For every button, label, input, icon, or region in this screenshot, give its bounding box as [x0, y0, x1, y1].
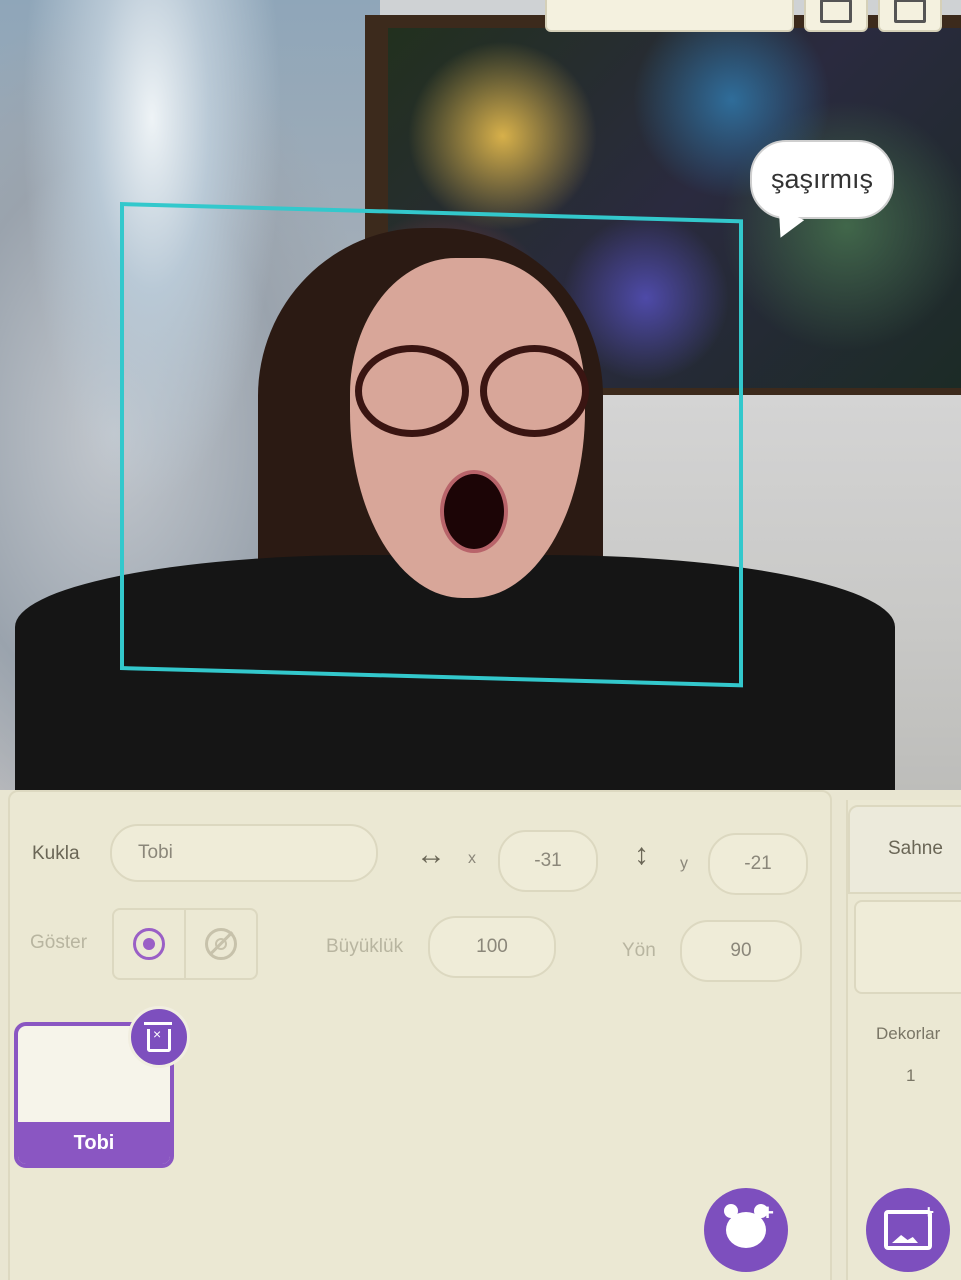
hide-sprite-button[interactable]: [186, 910, 256, 978]
sprite-tile-label: Tobi: [73, 1131, 115, 1154]
eye-icon: [133, 928, 165, 960]
stage-title: Sahne: [888, 838, 943, 859]
bear-plus-icon: [724, 1204, 768, 1248]
show-label: Göster: [30, 932, 88, 953]
small-stage-icon: [820, 0, 852, 23]
small-stage-button[interactable]: [804, 0, 868, 32]
stage-top-controls: [545, 0, 961, 32]
sprite-name-value: Tobi: [138, 842, 173, 863]
y-arrow-icon: ↕: [634, 838, 649, 871]
x-position-input[interactable]: -31: [498, 830, 598, 892]
plus-icon: +: [923, 1202, 934, 1222]
speech-bubble-text: şaşırmış: [770, 164, 873, 194]
add-sprite-button[interactable]: +: [704, 1188, 788, 1272]
eye-slash-icon: [205, 928, 237, 960]
face-detection-box: [120, 202, 743, 688]
direction-input[interactable]: 90: [680, 920, 802, 982]
size-label: Büyüklük: [326, 936, 404, 957]
size-value: 100: [476, 936, 508, 957]
plus-icon: +: [761, 1200, 774, 1225]
stage-canvas[interactable]: şaşırmış: [0, 0, 961, 790]
direction-value: 90: [730, 940, 752, 961]
backdrops-label: Dekorlar: [876, 1024, 941, 1043]
sprite-label: Kukla: [32, 843, 80, 864]
y-position-input[interactable]: -21: [708, 833, 808, 895]
add-backdrop-button[interactable]: +: [866, 1188, 950, 1272]
large-stage-button[interactable]: [878, 0, 942, 32]
x-position-value: -31: [534, 850, 562, 871]
stage-thumbnail[interactable]: [854, 900, 961, 994]
show-sprite-button[interactable]: [114, 910, 186, 978]
delete-sprite-button[interactable]: [128, 1006, 190, 1068]
x-label: x: [468, 850, 476, 867]
sprite-tile-name: Tobi: [18, 1122, 170, 1164]
backdrops-count: 1: [906, 1066, 916, 1085]
direction-label: Yön: [622, 940, 656, 961]
trash-icon: [144, 1021, 172, 1052]
sprite-name-input[interactable]: Tobi: [110, 824, 378, 882]
large-stage-icon: [894, 0, 926, 23]
visibility-toggle: [112, 908, 258, 980]
y-label: y: [680, 855, 688, 872]
speech-bubble: şaşırmış: [750, 140, 894, 244]
stage-header-field[interactable]: [545, 0, 794, 32]
y-position-value: -21: [744, 853, 772, 874]
x-arrow-icon: ↔: [416, 838, 446, 871]
size-input[interactable]: 100: [428, 916, 556, 978]
